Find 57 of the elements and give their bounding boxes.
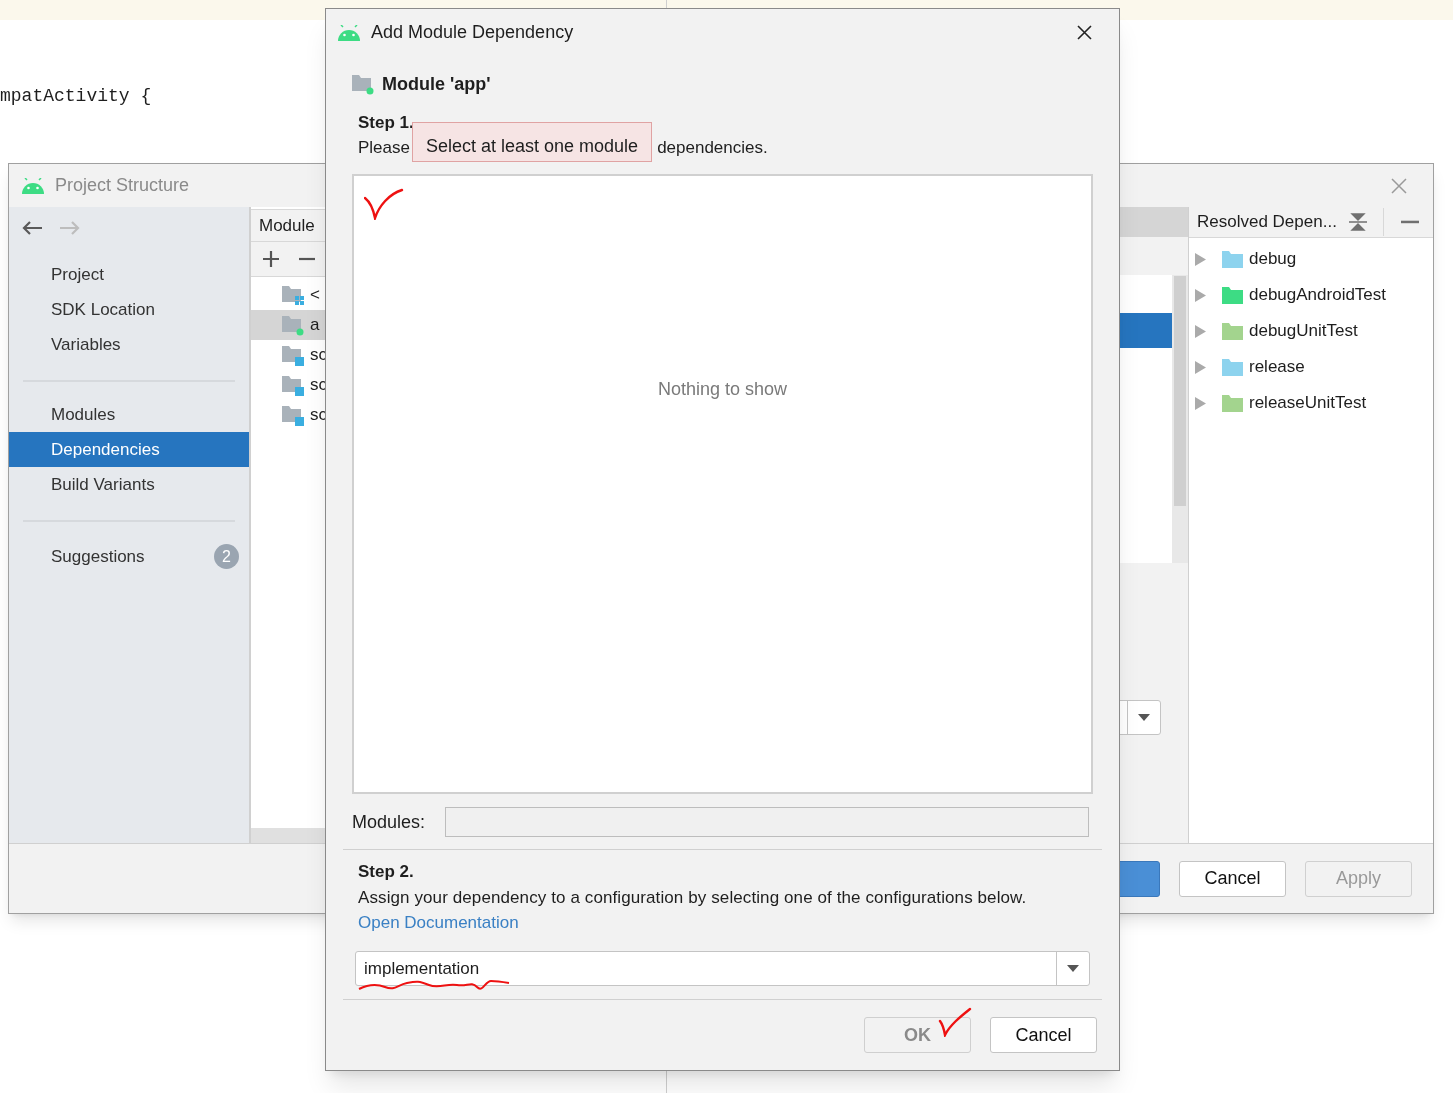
module-name: Module 'app' <box>382 72 491 96</box>
error-tooltip: Select at least one module <box>412 122 653 162</box>
minimize-icon[interactable] <box>1400 220 1419 224</box>
panel-header: Module <box>259 214 315 237</box>
sidebar-item[interactable]: Variables <box>9 327 249 362</box>
expand-arrow-icon[interactable] <box>1195 360 1206 374</box>
window-title: Project Structure <box>55 174 190 197</box>
documentation-link[interactable]: Open Documentation <box>358 910 519 936</box>
dialog-button[interactable]: Cancel <box>990 1017 1097 1053</box>
checkmark-drawing <box>364 188 404 220</box>
dialog-title: Add Module Dependency <box>371 21 574 44</box>
expand-arrow-icon[interactable] <box>1195 324 1206 338</box>
dialog-button[interactable]: Cancel <box>1179 860 1286 897</box>
module-folder-icon <box>352 73 374 95</box>
caret-icon <box>1138 714 1150 721</box>
module-list[interactable]: Nothing to show <box>352 174 1093 794</box>
forward-arrow-icon[interactable] <box>59 220 81 236</box>
instruction-text: Please <box>358 137 410 160</box>
module-folder-icon <box>282 374 304 396</box>
instruction-text: dependencies. <box>657 137 768 160</box>
tree-item[interactable]: debug <box>1249 246 1297 272</box>
expand-arrow-icon[interactable] <box>1195 288 1206 302</box>
tree-item[interactable]: debugAndroidTest <box>1249 282 1387 308</box>
module-folder-icon <box>282 314 304 336</box>
empty-message: Nothing to show <box>657 378 788 401</box>
count-badge: 2 <box>214 544 239 569</box>
sidebar-item[interactable]: Project <box>9 257 249 292</box>
step-heading: Step 1. <box>358 112 414 135</box>
module-folder-icon <box>282 284 304 306</box>
module-folder-icon <box>282 404 304 426</box>
modules-field[interactable] <box>445 807 1089 837</box>
back-arrow-icon[interactable] <box>21 220 43 236</box>
close-icon[interactable] <box>1077 25 1092 40</box>
sidebar-item[interactable]: Dependencies <box>9 432 249 467</box>
robot-icon <box>337 24 361 41</box>
instruction-text: Assign your dependency to a configuration by selecting one of the configurations below. <box>358 887 1027 910</box>
expand-arrow-icon[interactable] <box>1195 396 1206 410</box>
sidebar-item[interactable]: Modules <box>9 397 249 432</box>
step-heading: Step 2. <box>358 861 414 884</box>
add-icon[interactable] <box>263 251 279 267</box>
collapse-all-icon[interactable] <box>1348 213 1367 231</box>
sidebar-item[interactable]: Suggestions <box>51 543 145 570</box>
code-line: mpatActivity { <box>0 85 152 108</box>
sidebar-item[interactable]: Build Variants <box>9 467 249 502</box>
module-folder-icon <box>282 344 304 366</box>
field-label: Modules: <box>352 810 427 834</box>
vertical-scrollbar[interactable] <box>1172 275 1188 563</box>
caret-icon <box>1067 965 1079 972</box>
scrollbar-thumb[interactable] <box>1174 276 1186 506</box>
tree-item[interactable]: debugUnitTest <box>1249 318 1358 344</box>
expand-arrow-icon[interactable] <box>1195 252 1206 266</box>
tree-item[interactable]: release <box>1249 354 1305 380</box>
sidebar-item[interactable]: SDK Location <box>9 292 249 327</box>
checkmark-drawing <box>938 1007 972 1037</box>
tree-item[interactable]: releaseUnitTest <box>1249 390 1367 416</box>
robot-icon <box>21 177 45 194</box>
panel-header: Resolved Depen... <box>1197 211 1337 234</box>
